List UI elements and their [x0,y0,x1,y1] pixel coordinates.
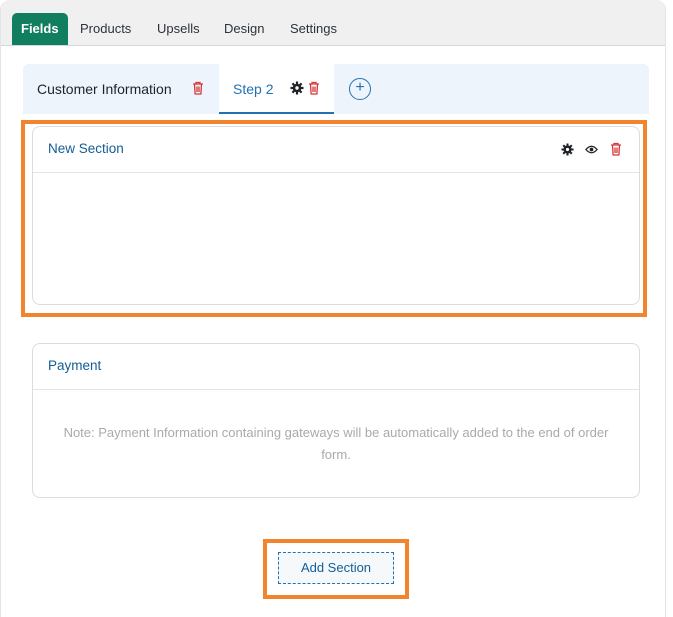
step-tab-customer-information[interactable]: Customer Information [37,64,172,114]
trash-icon[interactable] [192,81,204,95]
section-header: New Section [33,127,639,173]
plus-circle-icon: + [355,79,365,96]
step-tabs: Customer Information Step 2 + [23,64,649,114]
editor-frame: Fields Products Upsells Design Settings … [0,0,666,617]
add-step-button[interactable]: + [349,78,371,100]
section-card-payment: Payment Note: Payment Information contai… [32,343,640,498]
tab-upsells[interactable]: Upsells [157,13,200,45]
gear-icon[interactable] [290,81,304,95]
trash-icon[interactable] [610,142,622,156]
gear-icon[interactable] [561,143,574,156]
section-title: Payment [48,358,102,373]
payment-note: Note: Payment Information containing gat… [63,425,609,462]
tab-fields[interactable]: Fields [12,13,68,45]
step-tab-step-2[interactable]: Step 2 [219,64,334,114]
top-tab-bar: Fields Products Upsells Design Settings [1,0,665,46]
add-section-button[interactable]: Add Section [278,552,394,584]
section-header: Payment [33,344,639,390]
section-title: New Section [48,141,124,156]
step-tab-label: Step 2 [233,81,274,97]
tab-design[interactable]: Design [224,13,264,45]
tab-settings[interactable]: Settings [290,13,337,45]
trash-icon[interactable] [308,81,320,95]
tab-products[interactable]: Products [80,13,131,45]
section-card-new-section: New Section [32,126,640,305]
eye-icon[interactable] [585,144,598,155]
